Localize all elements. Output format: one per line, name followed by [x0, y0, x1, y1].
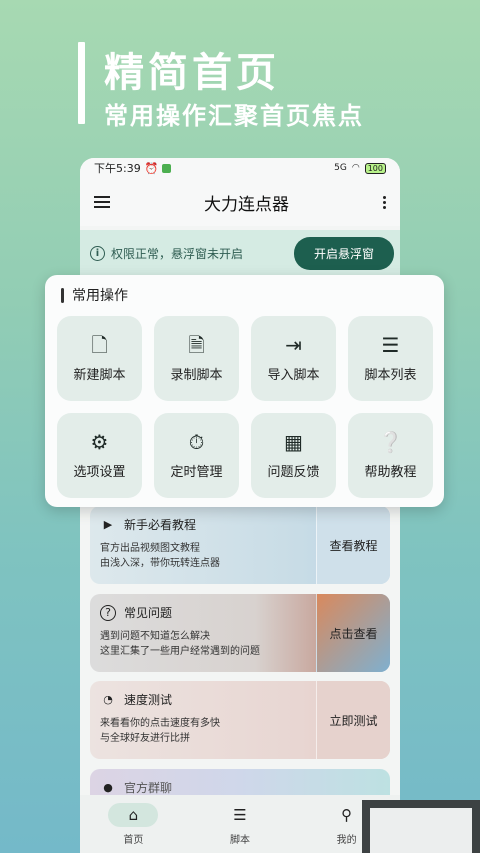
feature-desc: 与全球好友进行比拼: [100, 733, 190, 744]
timer-management-button[interactable]: ⏱ 定时管理: [154, 413, 239, 498]
nav-label: 我的: [336, 834, 357, 846]
common-operations-card: 常用操作 🗋 新建脚本 🗎 录制脚本 ⇥ 导入脚本 ☰ 脚本列表 ⚙ 选项设置 …: [45, 275, 444, 507]
feature-title: 官方群聊: [124, 781, 173, 795]
permission-text: 权限正常，悬浮窗未开启: [111, 246, 244, 261]
help-tutorial-button[interactable]: ❔ 帮助教程: [348, 413, 433, 498]
more-options-icon[interactable]: [383, 194, 386, 211]
corner-thumbnail: [362, 800, 480, 853]
chat-icon: ●: [103, 781, 113, 794]
section-title: 常用操作: [72, 288, 128, 304]
nav-label: 脚本: [230, 834, 250, 846]
nav-label: 首页: [123, 834, 144, 846]
app-title: 大力连点器: [204, 194, 289, 215]
record-script-icon: 🗎: [188, 333, 205, 357]
ops-label: 帮助教程: [364, 465, 417, 480]
question-icon: ?: [100, 604, 116, 621]
wifi-icon: ◠: [351, 163, 360, 173]
battery-icon: 100: [364, 162, 386, 174]
start-speed-test-button[interactable]: 立即测试: [316, 681, 390, 759]
nav-scripts[interactable]: ☰ 脚本: [187, 795, 294, 853]
feature-desc: 遇到问题不知道怎么解决: [100, 631, 210, 642]
alarm-icon: ⏰: [144, 161, 159, 175]
new-script-icon: 🗋: [91, 333, 108, 357]
status-time: 下午5:39: [94, 162, 141, 175]
feedback-button[interactable]: ▦ 问题反馈: [251, 413, 336, 498]
list-icon: ☰: [233, 805, 247, 824]
feature-card-faq[interactable]: ? 常见问题 遇到问题不知道怎么解决 这里汇集了一些用户经常遇到的问题 点击查看: [90, 594, 390, 672]
ops-label: 选项设置: [73, 465, 126, 480]
new-script-button[interactable]: 🗋 新建脚本: [57, 316, 142, 401]
timer-icon: ⏱: [188, 430, 205, 454]
feature-desc: 来看看你的点击速度有多快: [100, 718, 220, 729]
nav-home[interactable]: ⌂ 首页: [80, 795, 187, 853]
home-icon: ⌂: [108, 802, 159, 827]
feature-title: 常见问题: [124, 606, 173, 620]
section-accent-bar: [61, 287, 64, 303]
record-script-button[interactable]: 🗎 录制脚本: [154, 316, 239, 401]
import-script-icon: ⇥: [285, 333, 302, 357]
enable-floating-window-button[interactable]: 开启悬浮窗: [293, 236, 394, 270]
feature-title: 新手必看教程: [124, 518, 197, 532]
script-list-button[interactable]: ☰ 脚本列表: [348, 316, 433, 401]
app-notification-icon: [162, 163, 172, 173]
ops-label: 定时管理: [170, 465, 223, 480]
feature-title: 速度测试: [124, 693, 173, 707]
view-faq-button[interactable]: 点击查看: [316, 594, 390, 672]
menu-icon[interactable]: [94, 193, 110, 211]
feature-desc: 由浅入深，带你玩转连点器: [100, 558, 220, 569]
ops-label: 导入脚本: [267, 368, 320, 383]
feature-desc: 官方出品视频图文教程: [100, 543, 200, 554]
feature-card-tutorial[interactable]: ▶ 新手必看教程 官方出品视频图文教程 由浅入深，带你玩转连点器 查看教程: [90, 506, 390, 584]
list-icon: ☰: [381, 333, 400, 357]
promo-accent-bar: [78, 42, 85, 124]
ops-label: 脚本列表: [364, 368, 417, 383]
ops-label: 问题反馈: [267, 465, 320, 480]
help-icon: ❔: [378, 430, 403, 454]
speedometer-icon: ◔: [103, 693, 113, 706]
signal-label: 5G: [334, 163, 347, 173]
calendar-icon: ▦: [284, 430, 303, 454]
ops-label: 录制脚本: [170, 368, 223, 383]
play-icon: ▶: [103, 518, 113, 531]
gear-icon: ⚙: [90, 430, 109, 454]
promo-subtitle: 常用操作汇聚首页焦点: [104, 102, 364, 130]
settings-button[interactable]: ⚙ 选项设置: [57, 413, 142, 498]
permission-banner: i 权限正常，悬浮窗未开启 开启悬浮窗: [80, 230, 400, 276]
info-icon: i: [90, 245, 105, 261]
feature-card-speed-test[interactable]: ◔ 速度测试 来看看你的点击速度有多快 与全球好友进行比拼 立即测试: [90, 681, 390, 759]
feature-desc: 这里汇集了一些用户经常遇到的问题: [100, 646, 260, 657]
app-bar: 大力连点器: [80, 178, 400, 226]
status-bar: 下午5:39 ⏰ 5G ◠ 100: [80, 158, 400, 178]
ops-label: 新建脚本: [73, 368, 126, 383]
promo-title: 精简首页: [104, 50, 280, 96]
view-tutorial-button[interactable]: 查看教程: [316, 506, 390, 584]
import-script-button[interactable]: ⇥ 导入脚本: [251, 316, 336, 401]
bottom-nav: ⌂ 首页 ☰ 脚本 ⚲ 我的: [80, 795, 400, 853]
